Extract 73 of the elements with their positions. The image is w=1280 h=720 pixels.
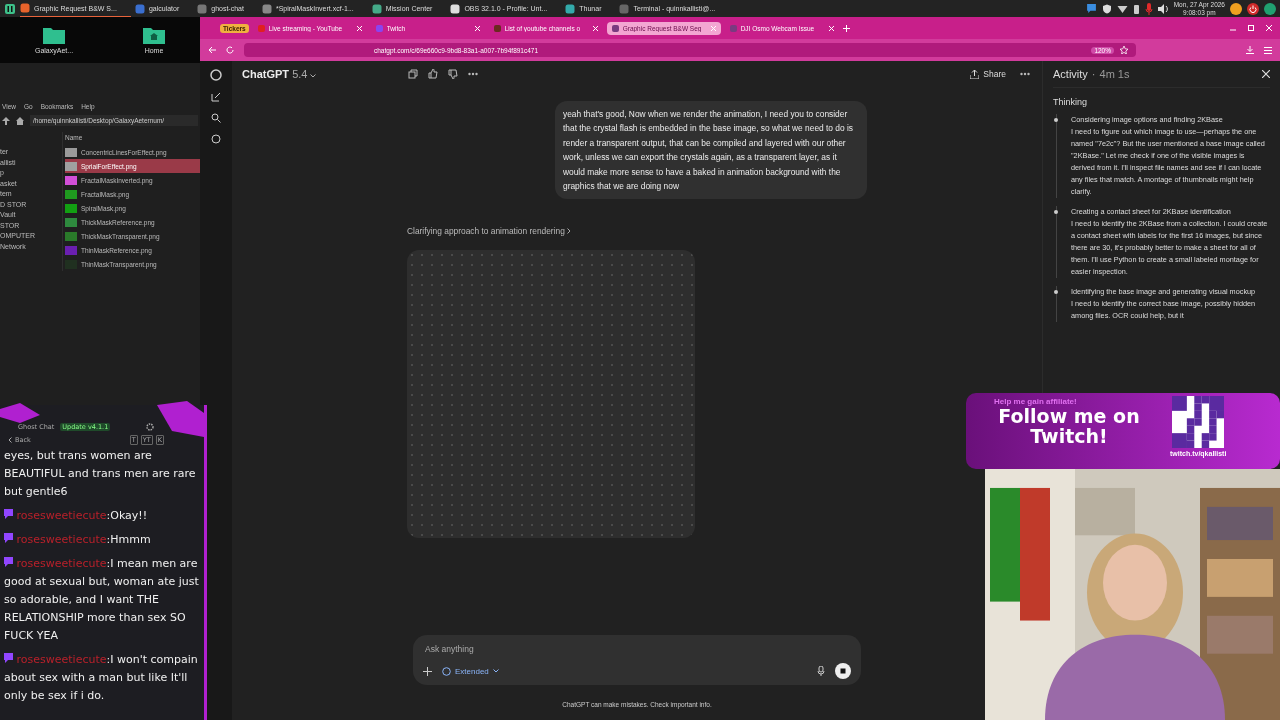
section-heading: Thinking [1053,96,1089,108]
favicon-icon [375,24,383,32]
speech-bubble-icon [4,533,13,543]
duration: 4m 1s [1099,68,1130,80]
more-icon[interactable] [468,72,479,76]
app-icon [134,3,145,14]
app-icon [619,3,630,14]
new-tab-icon[interactable] [842,24,850,32]
favicon-icon [611,24,619,32]
message-field[interactable]: Ask anything Extended [413,635,861,685]
panel-title: Activity [1053,68,1088,80]
model-selector[interactable]: ChatGPT 5.4 [242,68,317,80]
wifi-icon[interactable] [1116,3,1128,14]
speaker-icon[interactable] [1157,3,1169,14]
hamburger-menu-icon[interactable] [1264,46,1272,54]
up-arrow-icon[interactable] [2,116,10,125]
more-icon[interactable] [1020,72,1030,76]
app-icon [261,3,272,14]
favicon-icon [257,24,265,32]
new-chat-icon[interactable] [211,92,221,102]
speech-bubble-icon [4,653,13,663]
chevron-down-icon [492,669,499,673]
chevron-right-icon [567,228,572,235]
thumbs-up-icon[interactable] [428,69,439,79]
favicon-icon [729,24,737,32]
home-folder-icon [143,26,165,44]
speech-bubble-icon [4,557,13,567]
chat-message: rosesweetiecute:Hmmm [4,531,200,549]
share-button[interactable]: Share [968,67,1008,81]
power-icon[interactable] [1247,2,1259,15]
battery-icon[interactable] [1132,3,1140,14]
folder-icon [43,26,65,44]
share-icon [970,69,980,79]
chat-message: rosesweetiecute:I mean men are good at sexual but, woman ate just so adorable, and I want THE RELATIONSHIP more than sex SO FUCK YEA [4,556,200,644]
chevron-down-icon [310,74,317,78]
thumbs-down-icon[interactable] [448,69,459,79]
menu-logo-icon[interactable] [4,2,16,15]
chevron-left-icon[interactable] [8,437,12,443]
reasoning-link[interactable]: Clarifying approach to animation rendering [407,226,867,237]
stop-button-icon[interactable] [835,663,851,679]
app-icon [20,3,30,13]
chat-message: rosesweetiecute:Okay!! [4,507,200,525]
logo-icon[interactable] [210,69,222,81]
download-icon[interactable] [1246,46,1254,54]
banner-tagline: Help me gain affiliate! [993,397,1078,406]
microphone-icon[interactable] [817,666,825,676]
plus-icon[interactable] [423,666,432,676]
app-icon [197,3,208,14]
star-icon[interactable] [1120,46,1128,54]
user-message: yeah that's good, Now when we render the animation, I need you to consider that the crystal flash is embedded in the base image, so what we need to do is render a transparent output, that can be compiled and layered with our other work, unless we can export the crystals again, as a transparent layer, as it would make more sense to have a baked in animation background with the graphics that we are doing now [555,101,867,200]
microphone-icon[interactable] [1144,2,1153,15]
banner-headline: Follow me on Twitch! [998,406,1141,446]
shield-icon[interactable] [1101,3,1112,14]
chat-bubble-icon[interactable] [1085,3,1097,14]
settings-icon[interactable] [146,423,154,431]
favicon-icon [493,24,501,32]
mode-selector[interactable]: Extended [442,666,499,676]
maximize-icon[interactable] [1248,25,1254,31]
close-icon[interactable] [1262,70,1270,78]
circle-icon[interactable] [211,134,221,144]
home-icon[interactable] [16,116,24,125]
back-icon[interactable] [208,46,216,54]
separator-dot: · [1091,68,1096,80]
qr-code-icon [1172,396,1225,448]
copy-icon[interactable] [408,69,419,79]
app-icon [450,3,461,14]
speech-bubble-icon [4,509,13,519]
app-icon [371,3,382,14]
chat-message: rosesweetiecute:I won't compain about sex with a man but like It'll only be sex if i do. [4,652,199,704]
reload-icon[interactable] [226,46,234,54]
app-icon [565,3,576,14]
search-icon[interactable] [211,113,221,123]
chat-message: eyes, but trans women are BEAUTIFUL and trans men are rare but gentle6 [4,448,197,500]
